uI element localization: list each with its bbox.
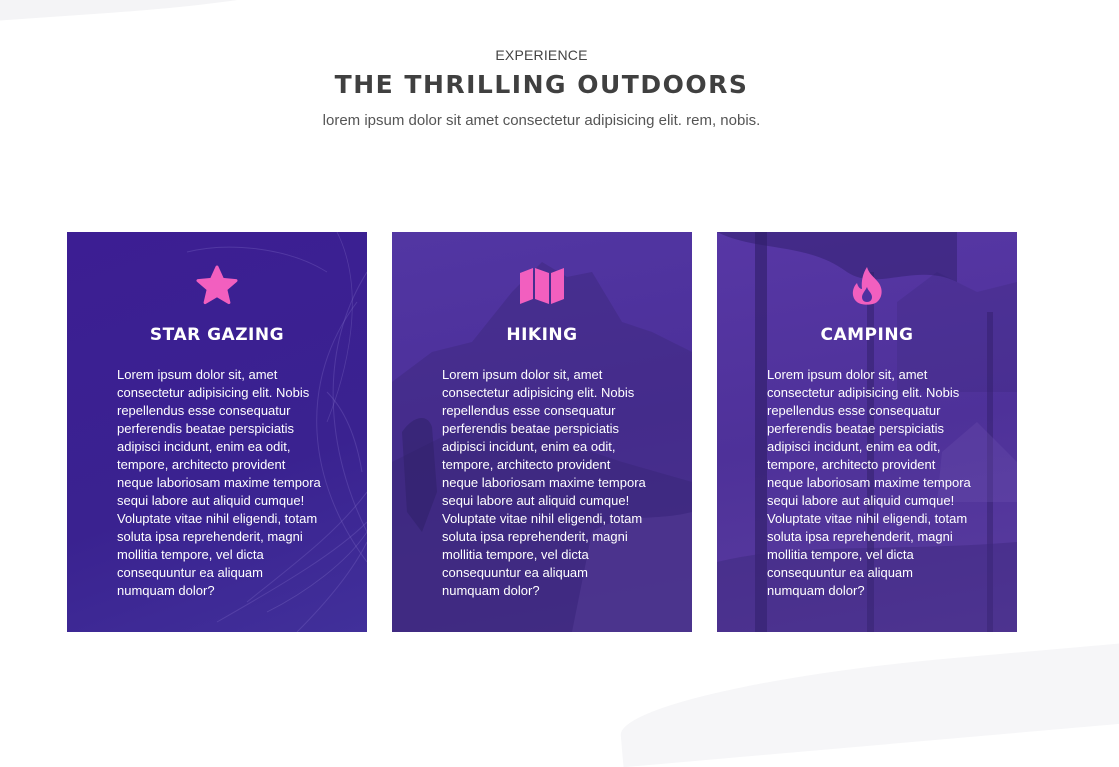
card-body: Lorem ipsum dolor sit, amet consectetur … <box>767 367 971 598</box>
card-title: STAR GAZING <box>149 325 285 345</box>
card-star-gazing: STAR GAZING Lorem ipsum dolor sit, amet … <box>67 232 367 632</box>
card-body: Lorem ipsum dolor sit, amet consectetur … <box>442 367 646 598</box>
card-hiking: HIKING Lorem ipsum dolor sit, amet conse… <box>392 232 692 632</box>
section-subtitle: lorem ipsum dolor sit amet consectetur a… <box>322 112 761 129</box>
section-header: EXPERIENCE THE THRILLING OUTDOORS lorem … <box>0 46 1083 131</box>
section-eyebrow: EXPERIENCE <box>495 47 588 63</box>
star-icon <box>196 265 238 305</box>
card-body: Lorem ipsum dolor sit, amet consectetur … <box>117 367 321 598</box>
background-swoosh-top <box>0 0 341 24</box>
card-title: HIKING <box>506 325 578 345</box>
map-icon <box>520 268 564 304</box>
card-title: CAMPING <box>820 325 914 345</box>
card-camping: CAMPING Lorem ipsum dolor sit, amet cons… <box>717 232 1017 632</box>
fire-icon <box>852 267 882 305</box>
section-title: THE THRILLING OUTDOORS <box>334 70 749 99</box>
